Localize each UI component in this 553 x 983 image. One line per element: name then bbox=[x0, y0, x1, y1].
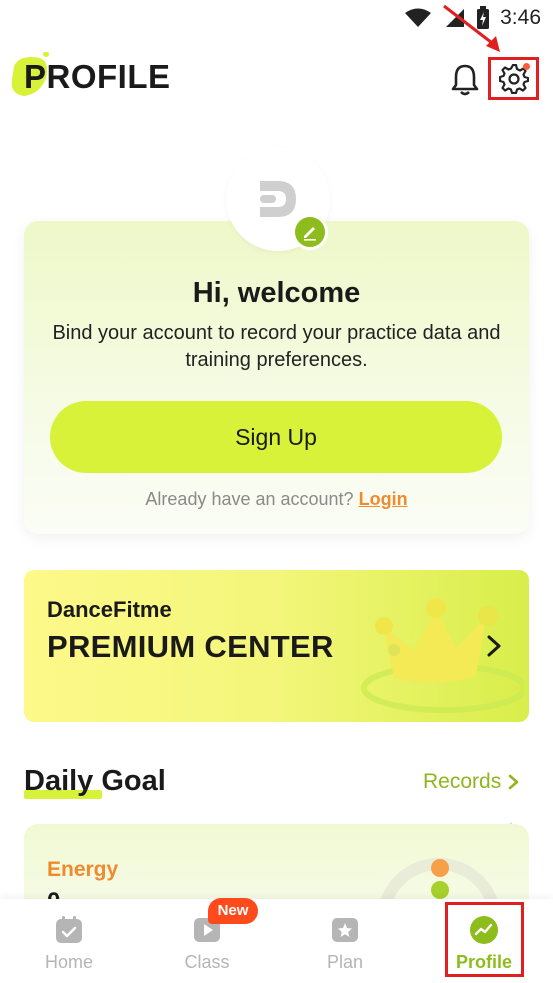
daily-goal-title: Daily Goal bbox=[24, 765, 166, 797]
battery-charging-icon bbox=[477, 6, 490, 29]
tab-class-label: Class bbox=[184, 952, 230, 972]
premium-title: PREMIUM CENTER bbox=[47, 629, 334, 664]
edit-avatar-button[interactable] bbox=[292, 214, 328, 250]
energy-label: Energy bbox=[47, 858, 119, 881]
status-time: 3:46 bbox=[500, 6, 541, 29]
records-link[interactable]: Records bbox=[423, 770, 521, 794]
settings-button[interactable] bbox=[488, 57, 539, 100]
bell-icon[interactable] bbox=[448, 62, 482, 96]
welcome-title: Hi, welcome bbox=[192, 277, 361, 309]
annotation-highlight-profile bbox=[445, 902, 524, 977]
login-prompt-text: Already have an account? bbox=[145, 489, 354, 509]
welcome-card: Hi, welcome Bind your account to record … bbox=[24, 221, 529, 534]
login-prompt-line: Already have an account? Login bbox=[24, 489, 529, 510]
pencil-icon bbox=[304, 227, 316, 241]
status-bar: 3:46 bbox=[0, 0, 553, 40]
premium-center-banner[interactable]: DanceFitme PREMIUM CENTER bbox=[24, 570, 529, 722]
tab-plan[interactable]: Plan bbox=[276, 899, 414, 983]
login-link[interactable]: Login bbox=[359, 489, 408, 509]
chevron-right-icon bbox=[487, 635, 501, 657]
page-title: PROFILE bbox=[24, 58, 171, 95]
chevron-right-small-icon bbox=[508, 774, 519, 790]
avatar-logo-icon bbox=[260, 181, 296, 217]
app-header: PROFILE bbox=[0, 48, 553, 108]
new-badge: New bbox=[208, 898, 258, 924]
star-icon bbox=[332, 918, 358, 942]
records-label: Records bbox=[423, 770, 502, 793]
calendar-icon bbox=[56, 916, 82, 943]
tab-home-label: Home bbox=[44, 952, 93, 972]
tab-home[interactable]: Home bbox=[0, 899, 138, 983]
sign-up-button[interactable]: Sign Up bbox=[50, 401, 502, 473]
signal-icon bbox=[446, 9, 465, 27]
notification-dot bbox=[523, 63, 530, 70]
wifi-icon bbox=[405, 8, 432, 27]
premium-brand: DanceFitme bbox=[47, 597, 172, 622]
tab-plan-label: Plan bbox=[326, 952, 364, 972]
welcome-description: Bind your account to record your practic… bbox=[52, 322, 501, 371]
